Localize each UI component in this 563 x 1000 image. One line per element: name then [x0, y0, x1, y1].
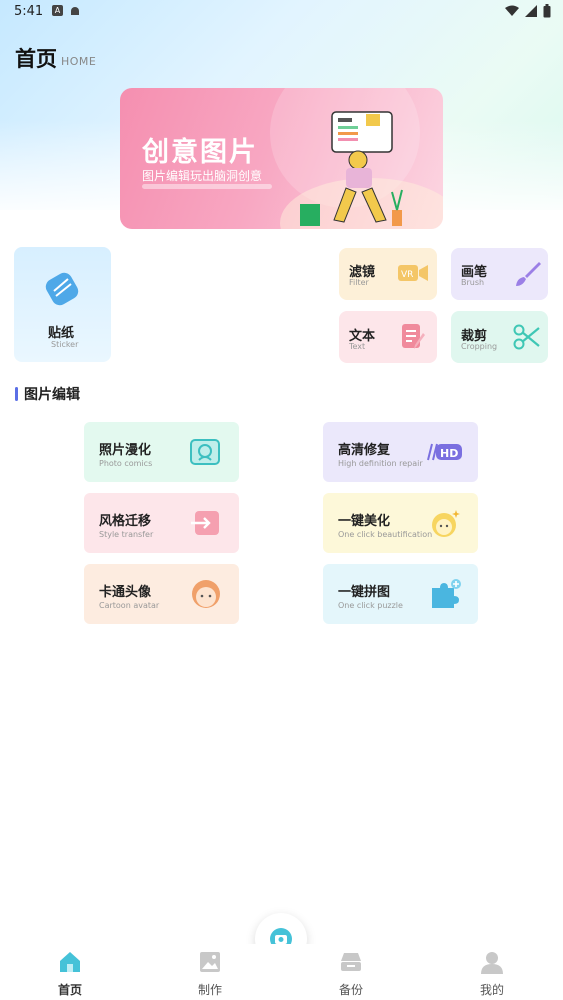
tool-title: 卡通头像 [99, 585, 152, 600]
text-en: Text [349, 342, 366, 351]
section-title: 图片编辑 [24, 387, 80, 403]
sticker-icon [45, 272, 79, 306]
tool-en: Style transfer [99, 530, 154, 539]
text-card[interactable]: 文本 Text [339, 311, 437, 363]
comic-face-icon [190, 439, 220, 465]
status-system-icons [505, 4, 551, 18]
page-title: 首页 [15, 47, 57, 71]
image-icon [200, 952, 220, 972]
filter-card[interactable]: 滤镜 Filter VR [339, 248, 437, 300]
sticker-en: Sticker [51, 340, 79, 349]
nav-make[interactable]: 制作 [180, 950, 240, 998]
tool-title: 一键美化 [338, 514, 391, 529]
promo-banner[interactable]: 创意图片 图片编辑玩出脑洞创意 [120, 88, 443, 229]
page-subtitle: HOME [61, 55, 97, 68]
nav-backup[interactable]: 备份 [321, 950, 381, 998]
android-icon [71, 7, 79, 15]
tool-en: One click puzzle [338, 601, 403, 610]
hd-icon: HD [427, 443, 462, 461]
svg-text:VR: VR [401, 270, 413, 280]
wifi-icon [505, 5, 519, 16]
banner-underline [142, 184, 272, 189]
tool-en: Cartoon avatar [99, 601, 160, 610]
document-edit-icon [402, 324, 425, 349]
tool-en: Photo comics [99, 459, 153, 468]
tool-cartoon-avatar[interactable]: 卡通头像 Cartoon avatar [84, 564, 239, 624]
tool-style-transfer[interactable]: 风格迁移 Style transfer [84, 493, 239, 553]
nav-label: 我的 [479, 983, 504, 997]
crop-en: Cropping [461, 342, 498, 351]
bottom-nav: 首页 制作 备份 我的 [0, 944, 563, 1000]
brush-en: Brush [461, 278, 485, 287]
tool-title: 高清修复 [338, 443, 391, 458]
tool-title: 照片漫化 [99, 443, 152, 458]
user-icon [481, 952, 503, 974]
svg-text:HD: HD [440, 447, 458, 460]
tool-en: High definition repair [338, 459, 423, 468]
banner-title: 创意图片 [142, 137, 258, 168]
home-icon [60, 952, 80, 972]
notification-a-icon: A [52, 5, 63, 16]
sticker-card[interactable]: 贴纸 Sticker [14, 247, 111, 362]
tool-beautify[interactable]: 一键美化 One click beautification [323, 493, 478, 553]
tool-hd-repair[interactable]: 高清修复 High definition repair HD [323, 422, 478, 482]
status-notifications: A [52, 5, 81, 17]
nav-label: 备份 [338, 983, 363, 997]
brush-icon [516, 262, 541, 286]
tool-title: 一键拼图 [338, 585, 391, 600]
status-bar: 5:41 A [0, 0, 563, 24]
backup-icon [341, 953, 361, 971]
beauty-face-icon [432, 510, 460, 537]
banner-illustration [300, 111, 403, 226]
signal-icon [525, 5, 537, 17]
brush-card[interactable]: 画笔 Brush [451, 248, 548, 300]
nav-label: 制作 [197, 983, 222, 997]
tool-en: One click beautification [338, 530, 433, 539]
tool-photo-comics[interactable]: 照片漫化 Photo comics [84, 422, 239, 482]
tool-title: 风格迁移 [99, 514, 152, 529]
scissors-icon [513, 324, 540, 350]
battery-icon [543, 4, 551, 18]
section-accent-bar [15, 387, 18, 401]
status-time: 5:41 [14, 4, 44, 19]
video-camera-icon: VR [398, 265, 428, 281]
crop-card[interactable]: 裁剪 Cropping [451, 311, 548, 363]
sticker-title: 贴纸 [48, 326, 75, 341]
puzzle-icon [432, 579, 461, 608]
nav-label: 首页 [57, 983, 82, 997]
banner-subtitle: 图片编辑玩出脑洞创意 [142, 169, 263, 183]
filter-en: Filter [349, 278, 369, 287]
tool-puzzle[interactable]: 一键拼图 One click puzzle [323, 564, 478, 624]
cartoon-avatar-icon [192, 580, 220, 608]
transfer-icon [191, 511, 219, 535]
nav-profile[interactable]: 我的 [462, 950, 522, 998]
nav-home[interactable]: 首页 [40, 950, 100, 998]
